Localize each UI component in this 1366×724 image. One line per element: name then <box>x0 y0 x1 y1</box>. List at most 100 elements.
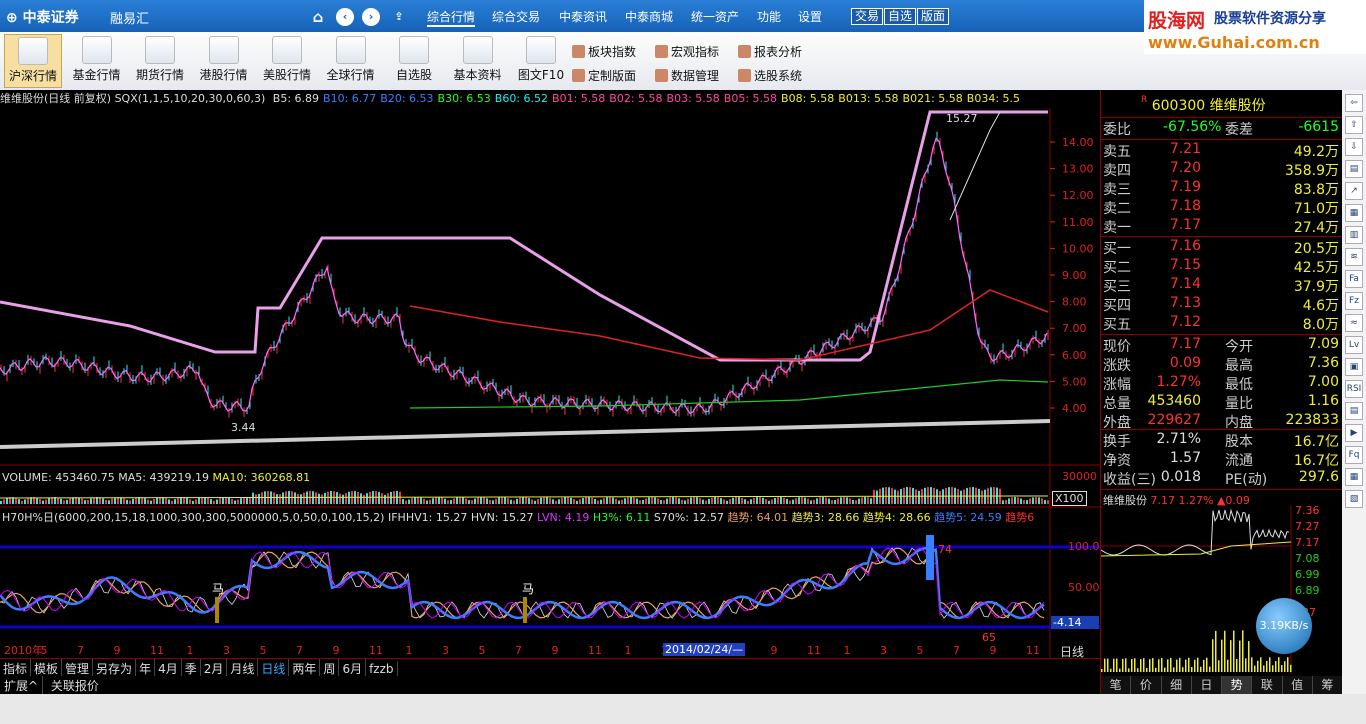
indicator-peak-label: 74 <box>938 543 952 556</box>
toolbar-btn-3[interactable]: 港股行情 <box>195 34 253 88</box>
quote-tab-4[interactable]: 势 <box>1222 676 1253 694</box>
sidebar-tool-icon[interactable]: Fa <box>1345 270 1363 288</box>
forward-icon[interactable]: › <box>362 8 380 26</box>
custom-layout-button[interactable]: 定制版面 <box>572 67 636 84</box>
high-price-label: 15.27 <box>946 112 978 125</box>
extension-bar: 扩展^ 关联报价 <box>0 676 1100 695</box>
ma-value: B01: 5.58 <box>552 92 606 105</box>
sidebar-tool-icon[interactable]: Fz <box>1345 292 1363 310</box>
quote-tab-7[interactable]: 筹 <box>1313 676 1343 694</box>
toolbar-btn-4[interactable]: 美股行情 <box>258 34 316 88</box>
menu-settings[interactable]: 设置 <box>798 8 822 25</box>
sidebar-tool-icon[interactable]: ▦ <box>1345 468 1363 486</box>
indicator-axis-100: 100.0 <box>1068 540 1100 553</box>
sidebar-tool-icon[interactable]: ⇩ <box>1345 138 1363 156</box>
sidebar-tool-icon[interactable]: ▣ <box>1345 358 1363 376</box>
home-icon[interactable]: ⌂ <box>309 8 327 26</box>
kline-chart[interactable]: 14.0013.0012.0011.0010.009.008.007.006.0… <box>0 90 1100 658</box>
toolbar-icon <box>526 36 556 64</box>
sidebar-tool-icon[interactable]: ↗ <box>1345 182 1363 200</box>
sidebar-tool-icon[interactable]: ▤ <box>1345 160 1363 178</box>
y-tick-label: 4.00 <box>1062 402 1087 415</box>
sidebar-tool-icon[interactable]: Fq <box>1345 446 1363 464</box>
menu-trade[interactable]: 综合交易 <box>492 8 540 25</box>
sidebar-tool-icon[interactable]: ▦ <box>1345 204 1363 222</box>
quote-tab-0[interactable]: 笔 <box>1101 676 1132 694</box>
intraday-chart[interactable]: 7.367.277.177.086.996.8938793 <box>1101 506 1343 674</box>
quote-tab-1[interactable]: 价 <box>1131 676 1162 694</box>
ma-value: B10: 6.77 <box>323 92 377 105</box>
macro-button[interactable]: 宏观指标 <box>655 43 719 60</box>
toolbar-btn-0[interactable]: 沪深行情 <box>4 34 62 88</box>
webi-row: 委比 -67.56% 委差 -6615 <box>1103 119 1339 138</box>
menu-market[interactable]: 综合行情 <box>427 8 476 27</box>
sidebar-tool-icon[interactable]: ▧ <box>1345 490 1363 508</box>
ma-value: B08: 5.58 <box>781 92 835 105</box>
buy-row: 买三 7.14 37.9万 <box>1103 276 1339 295</box>
x-tick-label: 9 <box>552 644 559 657</box>
menu-function[interactable]: 功能 <box>757 8 781 25</box>
sector-index-button[interactable]: 板块指数 <box>572 43 636 60</box>
x-tick-label: 2010年 <box>4 643 43 657</box>
sidebar-tool-icon[interactable]: ≋ <box>1345 248 1363 266</box>
x-tick-label: 3 <box>442 644 449 657</box>
chart-header: 维维股份(日线 前复权) SQX(1,1,5,10,20,30,0,60,3) … <box>0 90 1100 108</box>
watermark-subtitle: 股票软件资源分享 <box>1214 11 1326 27</box>
quote-tab-5[interactable]: 联 <box>1252 676 1283 694</box>
data-manage-button[interactable]: 数据管理 <box>655 67 719 84</box>
quote-tab-6[interactable]: 值 <box>1283 676 1313 694</box>
menu-mall[interactable]: 中泰商城 <box>625 8 673 25</box>
back-icon[interactable]: ‹ <box>336 8 354 26</box>
x-tick-label: 5 <box>479 644 486 657</box>
quote-tab-3[interactable]: 日 <box>1192 676 1222 694</box>
sidebar-tool-icon[interactable]: ≈ <box>1345 314 1363 332</box>
indicator-axis-low: -4.14 <box>1051 616 1099 629</box>
sell-row: 卖三 7.19 83.8万 <box>1103 179 1339 198</box>
cursor-date: 2014/02/24/— <box>663 643 746 656</box>
expand-button[interactable]: 扩展^ <box>0 676 44 695</box>
low-price-label: 3.44 <box>231 421 256 434</box>
toolbar-icon <box>272 36 302 64</box>
stat-row: 总量 453460 量比 1.16 <box>1103 393 1339 412</box>
report-button[interactable]: 报表分析 <box>738 43 802 60</box>
upload-icon[interactable]: ⇪ <box>390 8 408 26</box>
toolbar-btn-1[interactable]: 基金行情 <box>68 34 126 88</box>
y-tick-label: 12.00 <box>1062 189 1094 202</box>
volume-axis-label: 30000 <box>1062 470 1097 483</box>
sidebar-tool-icon[interactable]: ⇦ <box>1345 94 1363 112</box>
toolbar-btn-7[interactable]: 基本资料 <box>449 34 507 88</box>
x-tick-label: 11 <box>1026 644 1040 657</box>
toolbar-icon <box>208 36 239 64</box>
layout-button[interactable]: 版面 <box>917 8 950 25</box>
sidebar-tool-icon[interactable]: ▶ <box>1345 424 1363 442</box>
app-name: 融易汇 <box>110 12 150 27</box>
x-tick-label: 11 <box>369 644 383 657</box>
x-tick-label: 1 <box>406 644 413 657</box>
watermark-title: 股海网 <box>1148 10 1206 32</box>
menu-assets[interactable]: 统一资产 <box>691 8 739 25</box>
toolbar-btn-2[interactable]: 期货行情 <box>131 34 189 88</box>
y-tick-label: 8.00 <box>1062 296 1087 309</box>
sidebar-tool-icon[interactable]: ▤ <box>1345 402 1363 420</box>
sidebar-tool-icon[interactable]: RSI <box>1345 380 1363 398</box>
y-tick-label: 11.00 <box>1062 216 1094 229</box>
toolbar-icon <box>335 36 366 64</box>
toolbar-btn-6[interactable]: 自选股 <box>385 34 443 88</box>
trade-button[interactable]: 交易 <box>851 8 884 25</box>
related-quote-button[interactable]: 关联报价 <box>47 676 103 695</box>
watchlist-button[interactable]: 自选 <box>884 8 917 25</box>
mini-axis-label: 6.89 <box>1295 584 1320 597</box>
ma-value: B05: 5.58 <box>723 92 778 105</box>
toolbar-btn-5[interactable]: 全球行情 <box>322 34 380 88</box>
x-tick-label: 1 <box>625 644 632 657</box>
x-tick-label: 5 <box>260 644 267 657</box>
sidebar-tool-icon[interactable]: ⇧ <box>1345 116 1363 134</box>
screener-button[interactable]: 选股系统 <box>738 67 802 84</box>
period-tab-13[interactable]: fzzb <box>366 661 398 677</box>
sidebar-tool-icon[interactable]: ▥ <box>1345 226 1363 244</box>
buy-row: 买一 7.16 20.5万 <box>1103 238 1339 257</box>
menu-news[interactable]: 中泰资讯 <box>559 8 607 25</box>
toolbar-btn-8[interactable]: 图文F10 <box>512 34 570 88</box>
sidebar-tool-icon[interactable]: Lv <box>1345 336 1363 354</box>
quote-tab-2[interactable]: 细 <box>1162 676 1192 694</box>
